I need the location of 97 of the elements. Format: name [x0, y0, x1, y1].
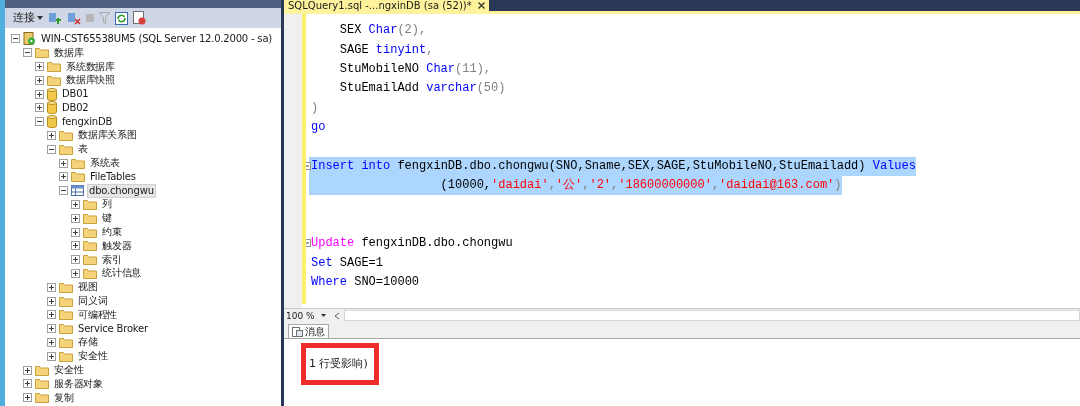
scroll-left-icon[interactable] — [333, 311, 340, 320]
tree-item[interactable]: DB01 — [60, 87, 91, 102]
collapse-icon[interactable] — [35, 117, 44, 127]
tree-item[interactable]: 索引 — [100, 252, 124, 267]
folder-icon — [71, 157, 85, 169]
folder-icon — [35, 47, 49, 59]
expand-icon[interactable] — [47, 324, 56, 334]
tree-item[interactable]: Service Broker — [76, 321, 150, 336]
expand-icon[interactable] — [71, 213, 80, 223]
tree-item[interactable]: 系统数据库 — [64, 59, 117, 74]
expand-icon[interactable] — [23, 379, 32, 389]
tree-item[interactable]: 列 — [100, 197, 114, 212]
disconnect-icon[interactable] — [67, 11, 81, 25]
database-icon — [47, 115, 57, 129]
tree-item[interactable]: 统计信息 — [100, 266, 144, 281]
collapse-icon[interactable] — [47, 144, 56, 154]
expand-icon[interactable] — [47, 282, 56, 292]
expand-icon[interactable] — [23, 393, 32, 403]
tree-item[interactable]: 键 — [100, 211, 114, 226]
folder-icon — [59, 336, 73, 348]
results-tab[interactable]: 消息 — [288, 324, 329, 338]
tree-item[interactable]: dbo.chongwu — [87, 183, 156, 198]
folder-icon — [59, 309, 73, 321]
folder-icon — [71, 171, 85, 183]
expand-icon[interactable] — [23, 365, 32, 375]
folder-icon — [59, 323, 73, 335]
folder-icon — [83, 212, 97, 224]
tree-item[interactable]: 约束 — [100, 225, 124, 240]
tree-item[interactable]: 复制 — [52, 390, 76, 405]
close-icon[interactable] — [477, 2, 485, 9]
refresh-icon[interactable] — [115, 11, 128, 25]
collapse-icon[interactable] — [23, 48, 32, 58]
folder-icon — [59, 281, 73, 293]
expand-icon[interactable] — [47, 130, 56, 140]
expand-icon[interactable] — [47, 296, 56, 306]
tree-item[interactable]: 触发器 — [100, 238, 134, 253]
folder-icon — [59, 129, 73, 141]
tree-item[interactable]: 可编程性 — [76, 307, 120, 322]
expand-icon[interactable] — [59, 158, 68, 168]
tree-item[interactable]: 视图 — [76, 280, 100, 295]
tree-item[interactable]: fengxinDB — [60, 114, 115, 129]
tree-item[interactable]: FileTables — [88, 169, 138, 184]
folder-icon — [83, 198, 97, 210]
collapse-icon[interactable] — [11, 34, 20, 44]
tree-item[interactable]: 安全性 — [76, 349, 110, 364]
table-icon — [71, 185, 84, 197]
expand-icon[interactable] — [71, 268, 80, 278]
folder-icon — [47, 74, 61, 86]
expand-icon[interactable] — [71, 199, 80, 209]
activity-monitor-icon[interactable] — [133, 11, 146, 25]
folder-icon — [59, 350, 73, 362]
document-icon — [292, 326, 303, 337]
tree-item[interactable]: 安全性 — [52, 363, 86, 378]
connect-button[interactable]: 连接 — [13, 9, 43, 27]
tree-item[interactable]: WIN-CST65538UM5 (SQL Server 12.0.2000 - sa) — [39, 31, 274, 46]
expand-icon[interactable] — [35, 75, 44, 85]
folder-icon — [83, 240, 97, 252]
filter-icon — [99, 12, 110, 24]
folder-icon — [35, 364, 49, 376]
horizontal-scrollbar[interactable] — [343, 310, 1080, 321]
expand-icon[interactable] — [35, 103, 44, 113]
folder-icon — [59, 143, 73, 155]
expand-icon[interactable] — [59, 172, 68, 182]
tree-item[interactable]: DB02 — [60, 100, 91, 115]
expand-icon[interactable] — [71, 241, 80, 251]
expand-icon[interactable] — [71, 255, 80, 265]
tree-item[interactable]: 存储 — [76, 335, 100, 350]
message-text: 1 行受影响) — [309, 355, 368, 372]
folder-icon — [83, 254, 97, 266]
folder-icon — [35, 378, 49, 390]
tree-item[interactable]: 系统表 — [88, 156, 122, 171]
collapse-icon[interactable] — [59, 186, 68, 196]
tree-item[interactable]: 数据库关系图 — [76, 128, 139, 143]
expand-icon[interactable] — [47, 337, 56, 347]
server-icon — [23, 32, 36, 46]
caret-icon — [37, 16, 43, 20]
caret-icon — [320, 314, 326, 317]
expand-icon[interactable] — [47, 351, 56, 361]
expand-icon[interactable] — [35, 89, 44, 99]
tree-item[interactable]: 数据库 — [52, 45, 86, 60]
expand-icon[interactable] — [71, 227, 80, 237]
stop-icon — [86, 14, 94, 22]
zoom-dropdown[interactable]: 100 % — [284, 310, 328, 321]
folder-icon — [83, 226, 97, 238]
expand-icon[interactable] — [35, 62, 44, 71]
expand-icon[interactable] — [47, 310, 56, 320]
folder-icon — [47, 61, 61, 72]
folder-icon — [35, 392, 49, 404]
tree-item[interactable]: 服务器对象 — [52, 376, 105, 391]
tree-item[interactable]: 同义词 — [76, 294, 110, 309]
folder-icon — [83, 267, 97, 279]
database-icon — [47, 101, 57, 115]
document-tab[interactable]: SQLQuery1.sql -...ngxinDB (sa (52))* — [284, 0, 489, 11]
tree-item[interactable]: 数据库快照 — [64, 73, 117, 88]
folder-icon — [59, 295, 73, 307]
database-icon — [47, 87, 57, 101]
tree-item[interactable]: 表 — [76, 142, 90, 157]
